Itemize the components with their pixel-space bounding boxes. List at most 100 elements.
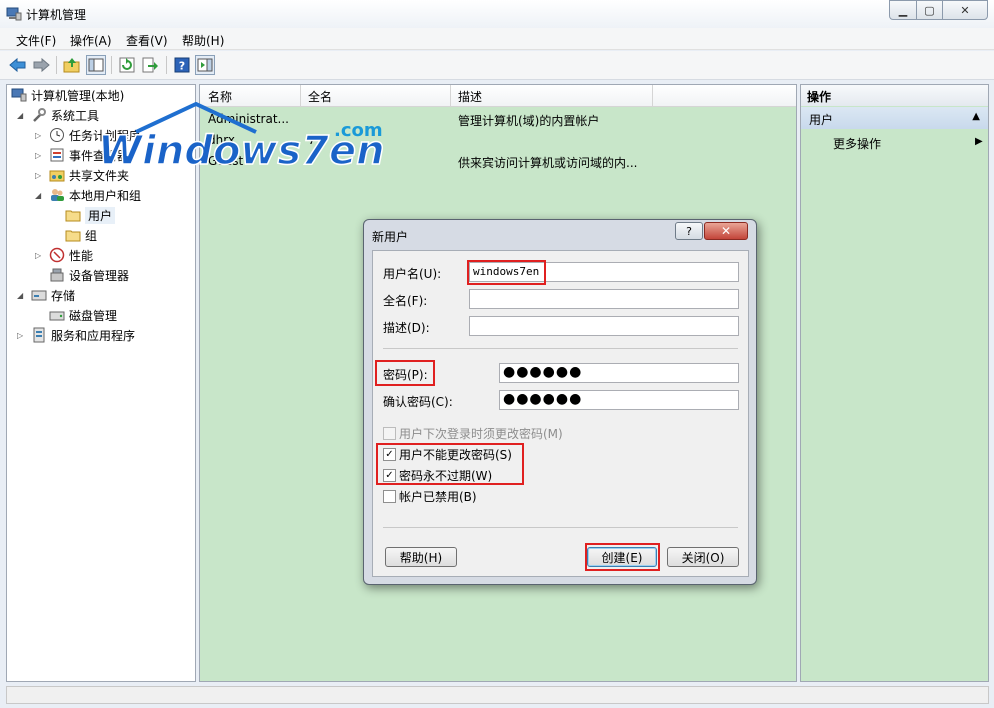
checkbox-label: 帐户已禁用(B) bbox=[399, 490, 477, 504]
toolbar-separator bbox=[111, 56, 112, 74]
help-icon: ? bbox=[174, 57, 190, 73]
confirm-password-label: 确认密码(C): bbox=[383, 395, 453, 409]
close-dialog-button[interactable]: 关闭(O) bbox=[667, 547, 739, 567]
services-icon bbox=[31, 327, 47, 343]
tree-item-groups[interactable]: 组 bbox=[65, 225, 97, 245]
refresh-button[interactable] bbox=[117, 55, 137, 75]
divider bbox=[383, 348, 738, 349]
menu-file[interactable]: 文件(F) bbox=[16, 32, 56, 49]
toolbar: ? bbox=[0, 51, 994, 80]
expanded-arrow-icon[interactable]: ◢ bbox=[17, 111, 27, 120]
computer-management-icon bbox=[6, 7, 22, 21]
disk-icon bbox=[49, 307, 65, 323]
performance-icon bbox=[49, 247, 65, 263]
menu-action[interactable]: 操作(A) bbox=[70, 32, 112, 49]
submenu-arrow-icon[interactable]: ▶ bbox=[975, 136, 983, 147]
event-viewer-icon bbox=[49, 147, 65, 163]
question-icon: ? bbox=[686, 224, 692, 238]
divider bbox=[383, 527, 738, 528]
up-button[interactable] bbox=[62, 55, 82, 75]
tools-icon bbox=[31, 107, 47, 123]
tree-item-local-users-groups[interactable]: ◢ 本地用户和组 bbox=[35, 185, 141, 205]
account-disabled-checkbox[interactable]: 帐户已禁用(B) bbox=[383, 488, 477, 505]
export-list-button[interactable] bbox=[140, 55, 160, 75]
refresh-icon bbox=[119, 57, 135, 73]
maximize-icon: ▢ bbox=[924, 3, 935, 17]
fullname-input[interactable] bbox=[469, 289, 739, 309]
shared-folder-icon bbox=[49, 167, 65, 183]
show-hide-action-pane-button[interactable] bbox=[195, 55, 215, 75]
menu-view[interactable]: 查看(V) bbox=[126, 32, 168, 49]
computer-management-icon bbox=[11, 87, 27, 103]
collapsed-arrow-icon[interactable]: ▷ bbox=[35, 151, 45, 160]
console-tree: 计算机管理(本地) ◢ 系统工具 ▷ 任务计划程序 ▷ 事件查看器 ▷ 共享文件… bbox=[6, 84, 196, 682]
actions-section-users[interactable]: 用户 ▲ bbox=[801, 107, 988, 129]
forward-button[interactable] bbox=[31, 55, 51, 75]
column-divider[interactable] bbox=[450, 85, 451, 107]
actions-pane: 操作 用户 ▲ 更多操作 ▶ bbox=[800, 84, 989, 682]
tree-item-performance[interactable]: ▷ 性能 bbox=[35, 245, 93, 265]
more-actions-item[interactable]: 更多操作 bbox=[833, 135, 881, 152]
tree-label: 组 bbox=[85, 228, 98, 243]
actions-section-label: 用户 bbox=[809, 113, 834, 127]
column-divider[interactable] bbox=[652, 85, 653, 107]
tree-item-storage[interactable]: ◢ 存储 bbox=[17, 285, 75, 305]
tree-item-device-manager[interactable]: 设备管理器 bbox=[49, 265, 129, 285]
export-list-icon bbox=[142, 57, 158, 73]
highlight-create-button bbox=[585, 543, 660, 571]
watermark-suffix: .com bbox=[334, 120, 383, 141]
expanded-arrow-icon[interactable]: ◢ bbox=[17, 291, 27, 300]
menu-help[interactable]: 帮助(H) bbox=[182, 32, 224, 49]
collapsed-arrow-icon[interactable]: ▷ bbox=[35, 251, 45, 260]
username-label: 用户名(U): bbox=[383, 267, 442, 281]
minimize-icon: ▁ bbox=[898, 3, 908, 17]
description-input[interactable] bbox=[469, 316, 739, 336]
tree-item-users[interactable]: 用户 bbox=[65, 205, 116, 225]
show-hide-action-pane-icon bbox=[197, 58, 213, 72]
dialog-body: 用户名(U): windows7en 全名(F): 描述(D): 密码(P): … bbox=[372, 250, 749, 577]
show-hide-tree-button[interactable] bbox=[86, 55, 106, 75]
highlight-username bbox=[467, 260, 546, 285]
menu-bar: 文件(F) 操作(A) 查看(V) 帮助(H) bbox=[0, 28, 994, 50]
collapsed-arrow-icon[interactable]: ▷ bbox=[35, 171, 45, 180]
tree-item-services-apps[interactable]: ▷ 服务和应用程序 bbox=[17, 325, 135, 345]
windows7en-watermark-logo: Windows7en .com bbox=[96, 101, 406, 175]
close-icon: ✕ bbox=[720, 224, 732, 238]
computer-management-window: 计算机管理 ▁ ▢ ✕ 文件(F) 操作(A) 查看(V) 帮助(H) ? 计算… bbox=[0, 0, 994, 708]
close-button[interactable]: ✕ bbox=[942, 0, 988, 20]
minimize-button[interactable]: ▁ bbox=[889, 0, 917, 20]
collapsed-arrow-icon[interactable]: ▷ bbox=[35, 131, 45, 140]
password-input[interactable]: ●●●●●● bbox=[499, 363, 739, 383]
folder-icon bbox=[65, 207, 81, 223]
more-actions-label: 更多操作 bbox=[833, 137, 882, 151]
dialog-close-button[interactable]: ✕ bbox=[704, 222, 748, 240]
actions-header: 操作 bbox=[801, 85, 988, 106]
help-toolbar-button[interactable]: ? bbox=[172, 55, 192, 75]
tree-item-disk-management[interactable]: 磁盘管理 bbox=[49, 305, 117, 325]
collapse-up-icon[interactable]: ▲ bbox=[972, 111, 980, 122]
show-hide-tree-icon bbox=[88, 58, 104, 72]
user-description-cell: 供来宾访问计算机或访问域的内... bbox=[458, 156, 638, 170]
dialog-help-button[interactable]: ? bbox=[675, 222, 703, 240]
back-button[interactable] bbox=[8, 55, 28, 75]
must-change-password-checkbox[interactable]: 用户下次登录时须更改密码(M) bbox=[383, 425, 563, 442]
storage-icon bbox=[31, 287, 47, 303]
highlight-password-label bbox=[375, 360, 435, 386]
column-header-description[interactable]: 描述 bbox=[458, 88, 482, 105]
close-icon: ✕ bbox=[960, 3, 970, 17]
expanded-arrow-icon[interactable]: ◢ bbox=[35, 191, 45, 200]
tree-label: 设备管理器 bbox=[69, 268, 130, 283]
maximize-button[interactable]: ▢ bbox=[916, 0, 943, 20]
tree-item-system-tools[interactable]: ◢ 系统工具 bbox=[17, 105, 99, 125]
title-bar: 计算机管理 ▁ ▢ ✕ bbox=[0, 0, 994, 28]
toolbar-separator bbox=[56, 56, 57, 74]
confirm-password-input[interactable]: ●●●●●● bbox=[499, 390, 739, 410]
tree-label: 本地用户和组 bbox=[69, 188, 142, 203]
tree-label: 磁盘管理 bbox=[69, 308, 118, 323]
user-description-cell: 管理计算机(域)的内置帐户 bbox=[458, 114, 600, 128]
users-group-icon bbox=[49, 187, 65, 203]
up-folder-icon bbox=[63, 58, 80, 73]
window-title: 计算机管理 bbox=[26, 8, 87, 22]
help-button[interactable]: 帮助(H) bbox=[385, 547, 457, 567]
collapsed-arrow-icon[interactable]: ▷ bbox=[17, 331, 27, 340]
